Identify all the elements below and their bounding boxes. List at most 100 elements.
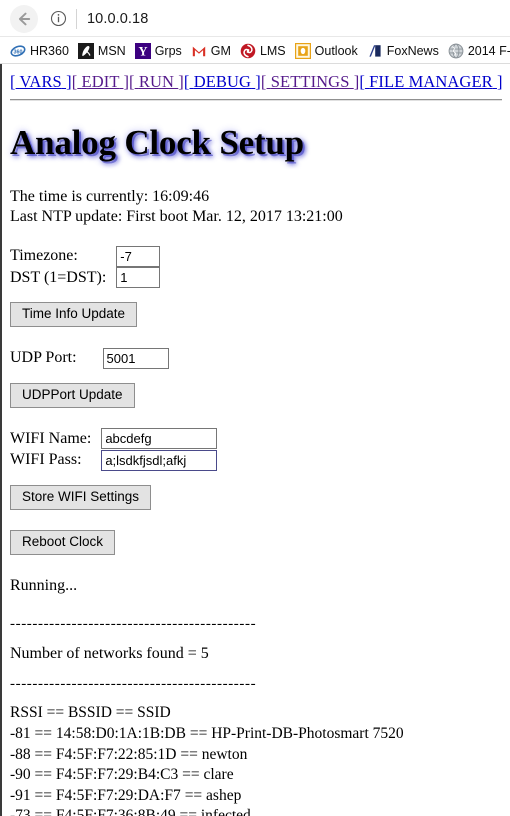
nav-link-edit[interactable]: [ EDIT ] xyxy=(72,72,129,91)
nav-link-settings[interactable]: [ SETTINGS ] xyxy=(261,72,359,91)
bookmark-label: Grps xyxy=(154,43,182,58)
nav-link-label: DEBUG xyxy=(193,72,252,91)
bookmark-grps[interactable]: Y Grps xyxy=(134,42,182,59)
globe-favicon xyxy=(448,43,464,58)
time-info-update-button[interactable]: Time Info Update xyxy=(10,302,138,328)
time-status-block: The time is currently: 16:09:46 Last NTP… xyxy=(10,187,502,229)
reboot-clock-row: Reboot Clock xyxy=(10,529,502,555)
site-info-icon[interactable] xyxy=(46,7,70,31)
divider-top: ----------------------------------------… xyxy=(10,616,257,633)
udp-port-field-cell xyxy=(102,347,169,369)
wifi-name-row: WIFI Name: xyxy=(10,428,218,450)
nav-bracket-open: [ xyxy=(183,72,190,91)
networks-table-header: RSSI == BSSID == SSID xyxy=(10,704,171,722)
bookmark-gm[interactable]: GM xyxy=(190,42,231,59)
network-ssid: HP-Print-DB-Photosmart 7520 xyxy=(211,724,404,742)
bookmark-label: 2014 F-150 xyxy=(467,43,510,58)
nav-bracket-open: [ xyxy=(10,72,16,91)
nav-divider xyxy=(10,98,502,101)
bookmark-lms[interactable]: LMS xyxy=(240,43,286,59)
store-wifi-row: Store WIFI Settings xyxy=(10,484,502,510)
udp-port-input[interactable] xyxy=(102,347,169,369)
time-info-form: Timezone: DST (1=DST): xyxy=(10,245,502,289)
wifi-fields-grid: WIFI Name: WIFI Pass: xyxy=(10,428,218,471)
reboot-clock-button[interactable]: Reboot Clock xyxy=(10,529,116,555)
wifi-settings-form: WIFI Name: WIFI Pass: xyxy=(10,428,502,471)
network-rssi: -91 xyxy=(10,786,31,804)
ntp-update-line: Last NTP update: First boot Mar. 12, 201… xyxy=(10,208,343,226)
main-nav: [ VARS ][ EDIT ][ RUN ][ DEBUG ][ SETTIN… xyxy=(10,72,502,93)
network-row: -73 == F4:5F:F7:36:8B:49 == infected xyxy=(10,806,502,816)
bookmark-foxnews[interactable]: FoxNews xyxy=(366,42,439,59)
nav-bracket-close: ] xyxy=(496,72,503,91)
info-circle-icon xyxy=(50,10,66,27)
networks-list: -81 == 14:58:D0:1A:1B:DB == HP-Print-DB-… xyxy=(10,724,502,816)
bookmark-label: GM xyxy=(210,43,231,58)
time-info-update-row: Time Info Update xyxy=(10,302,502,328)
networks-found-text: Number of networks found = 5 xyxy=(10,645,209,663)
network-ssid: newton xyxy=(201,745,248,763)
outlook-favicon xyxy=(294,42,311,59)
nav-link-debug[interactable]: [ DEBUG ] xyxy=(184,72,261,91)
bookmark-label: Outlook xyxy=(314,43,358,58)
nav-link-run[interactable]: [ RUN ] xyxy=(129,72,184,91)
wifi-name-field-cell xyxy=(101,428,218,450)
browser-window: 10.0.0.18 360 HR360 MSN Y Grps GM LMS Ou… xyxy=(0,0,510,816)
network-ssid: clare xyxy=(203,766,234,784)
network-bssid: F4:5F:F7:36:8B:49 xyxy=(55,807,176,816)
nav-bracket-open: [ xyxy=(359,72,365,91)
udp-port-form: UDP Port: xyxy=(10,347,502,369)
time-fields-grid: Timezone: DST (1=DST): xyxy=(10,245,161,289)
network-ssid: infected xyxy=(200,807,251,816)
network-row: -90 == F4:5F:F7:29:B4:C3 == clare xyxy=(10,766,234,784)
bookmark-label: HR360 xyxy=(30,43,69,58)
network-rssi: -88 xyxy=(10,745,31,763)
network-bssid: F4:5F:F7:29:DA:F7 xyxy=(55,786,181,804)
dst-field-cell xyxy=(116,267,161,289)
current-time-line: The time is currently: 16:09:46 xyxy=(10,187,210,205)
bookmark-msn[interactable]: MSN xyxy=(77,42,126,59)
bookmark-hr360[interactable]: 360 HR360 xyxy=(10,42,69,59)
msn-favicon xyxy=(77,42,94,59)
back-button[interactable] xyxy=(10,4,38,33)
bookmark-label: LMS xyxy=(259,43,286,58)
udp-fields-grid: UDP Port: xyxy=(10,347,169,369)
network-rssi: -81 xyxy=(10,724,31,742)
udp-port-label: UDP Port: xyxy=(10,349,77,367)
timezone-field-cell xyxy=(116,245,161,267)
dst-row: DST (1=DST): xyxy=(10,267,161,289)
timezone-input[interactable] xyxy=(116,245,161,267)
page-viewport: [ VARS ][ EDIT ][ RUN ][ DEBUG ][ SETTIN… xyxy=(0,64,510,816)
store-wifi-settings-button[interactable]: Store WIFI Settings xyxy=(10,484,152,510)
running-status-text: Running... xyxy=(10,576,78,594)
wifi-pass-label: WIFI Pass: xyxy=(10,451,82,469)
wifi-pass-input[interactable] xyxy=(101,449,218,471)
hr360-favicon: 360 xyxy=(10,42,26,59)
bookmark-label: FoxNews xyxy=(386,43,439,58)
network-row: -91 == F4:5F:F7:29:DA:F7 == ashep xyxy=(10,786,242,804)
network-rssi: -90 xyxy=(10,766,31,784)
address-bar-url[interactable]: 10.0.0.18 xyxy=(87,11,148,27)
wifi-name-input[interactable] xyxy=(101,428,218,450)
udp-port-update-button[interactable]: UDPPort Update xyxy=(10,382,135,408)
bookmark-2014-f150[interactable]: 2014 F-150 xyxy=(448,43,510,59)
foxnews-favicon xyxy=(366,42,383,59)
network-row: -81 == 14:58:D0:1A:1B:DB == HP-Print-DB-… xyxy=(10,724,404,742)
nav-link-vars[interactable]: [ VARS ] xyxy=(10,72,72,91)
bookmarks-bar: 360 HR360 MSN Y Grps GM LMS Outlook FoxN… xyxy=(0,37,510,64)
yahoo-groups-favicon: Y xyxy=(134,42,151,59)
network-bssid: F4:5F:F7:29:B4:C3 xyxy=(55,766,179,784)
nav-link-label: SETTINGS xyxy=(270,72,350,91)
nav-link-label: FILE MANAGER xyxy=(369,72,493,91)
nav-link-file-manager[interactable]: [ FILE MANAGER ] xyxy=(359,72,502,91)
nav-bracket-open: [ xyxy=(129,72,135,91)
bookmark-outlook[interactable]: Outlook xyxy=(294,42,358,59)
bookmark-label: MSN xyxy=(97,43,126,58)
network-bssid: F4:5F:F7:22:85:1D xyxy=(55,745,177,763)
udp-port-update-row: UDPPort Update xyxy=(10,382,502,408)
network-ssid: ashep xyxy=(206,786,242,804)
dst-input[interactable] xyxy=(116,267,161,289)
back-arrow-icon xyxy=(18,12,31,25)
svg-text:Y: Y xyxy=(138,44,147,58)
gmail-favicon xyxy=(190,42,207,59)
